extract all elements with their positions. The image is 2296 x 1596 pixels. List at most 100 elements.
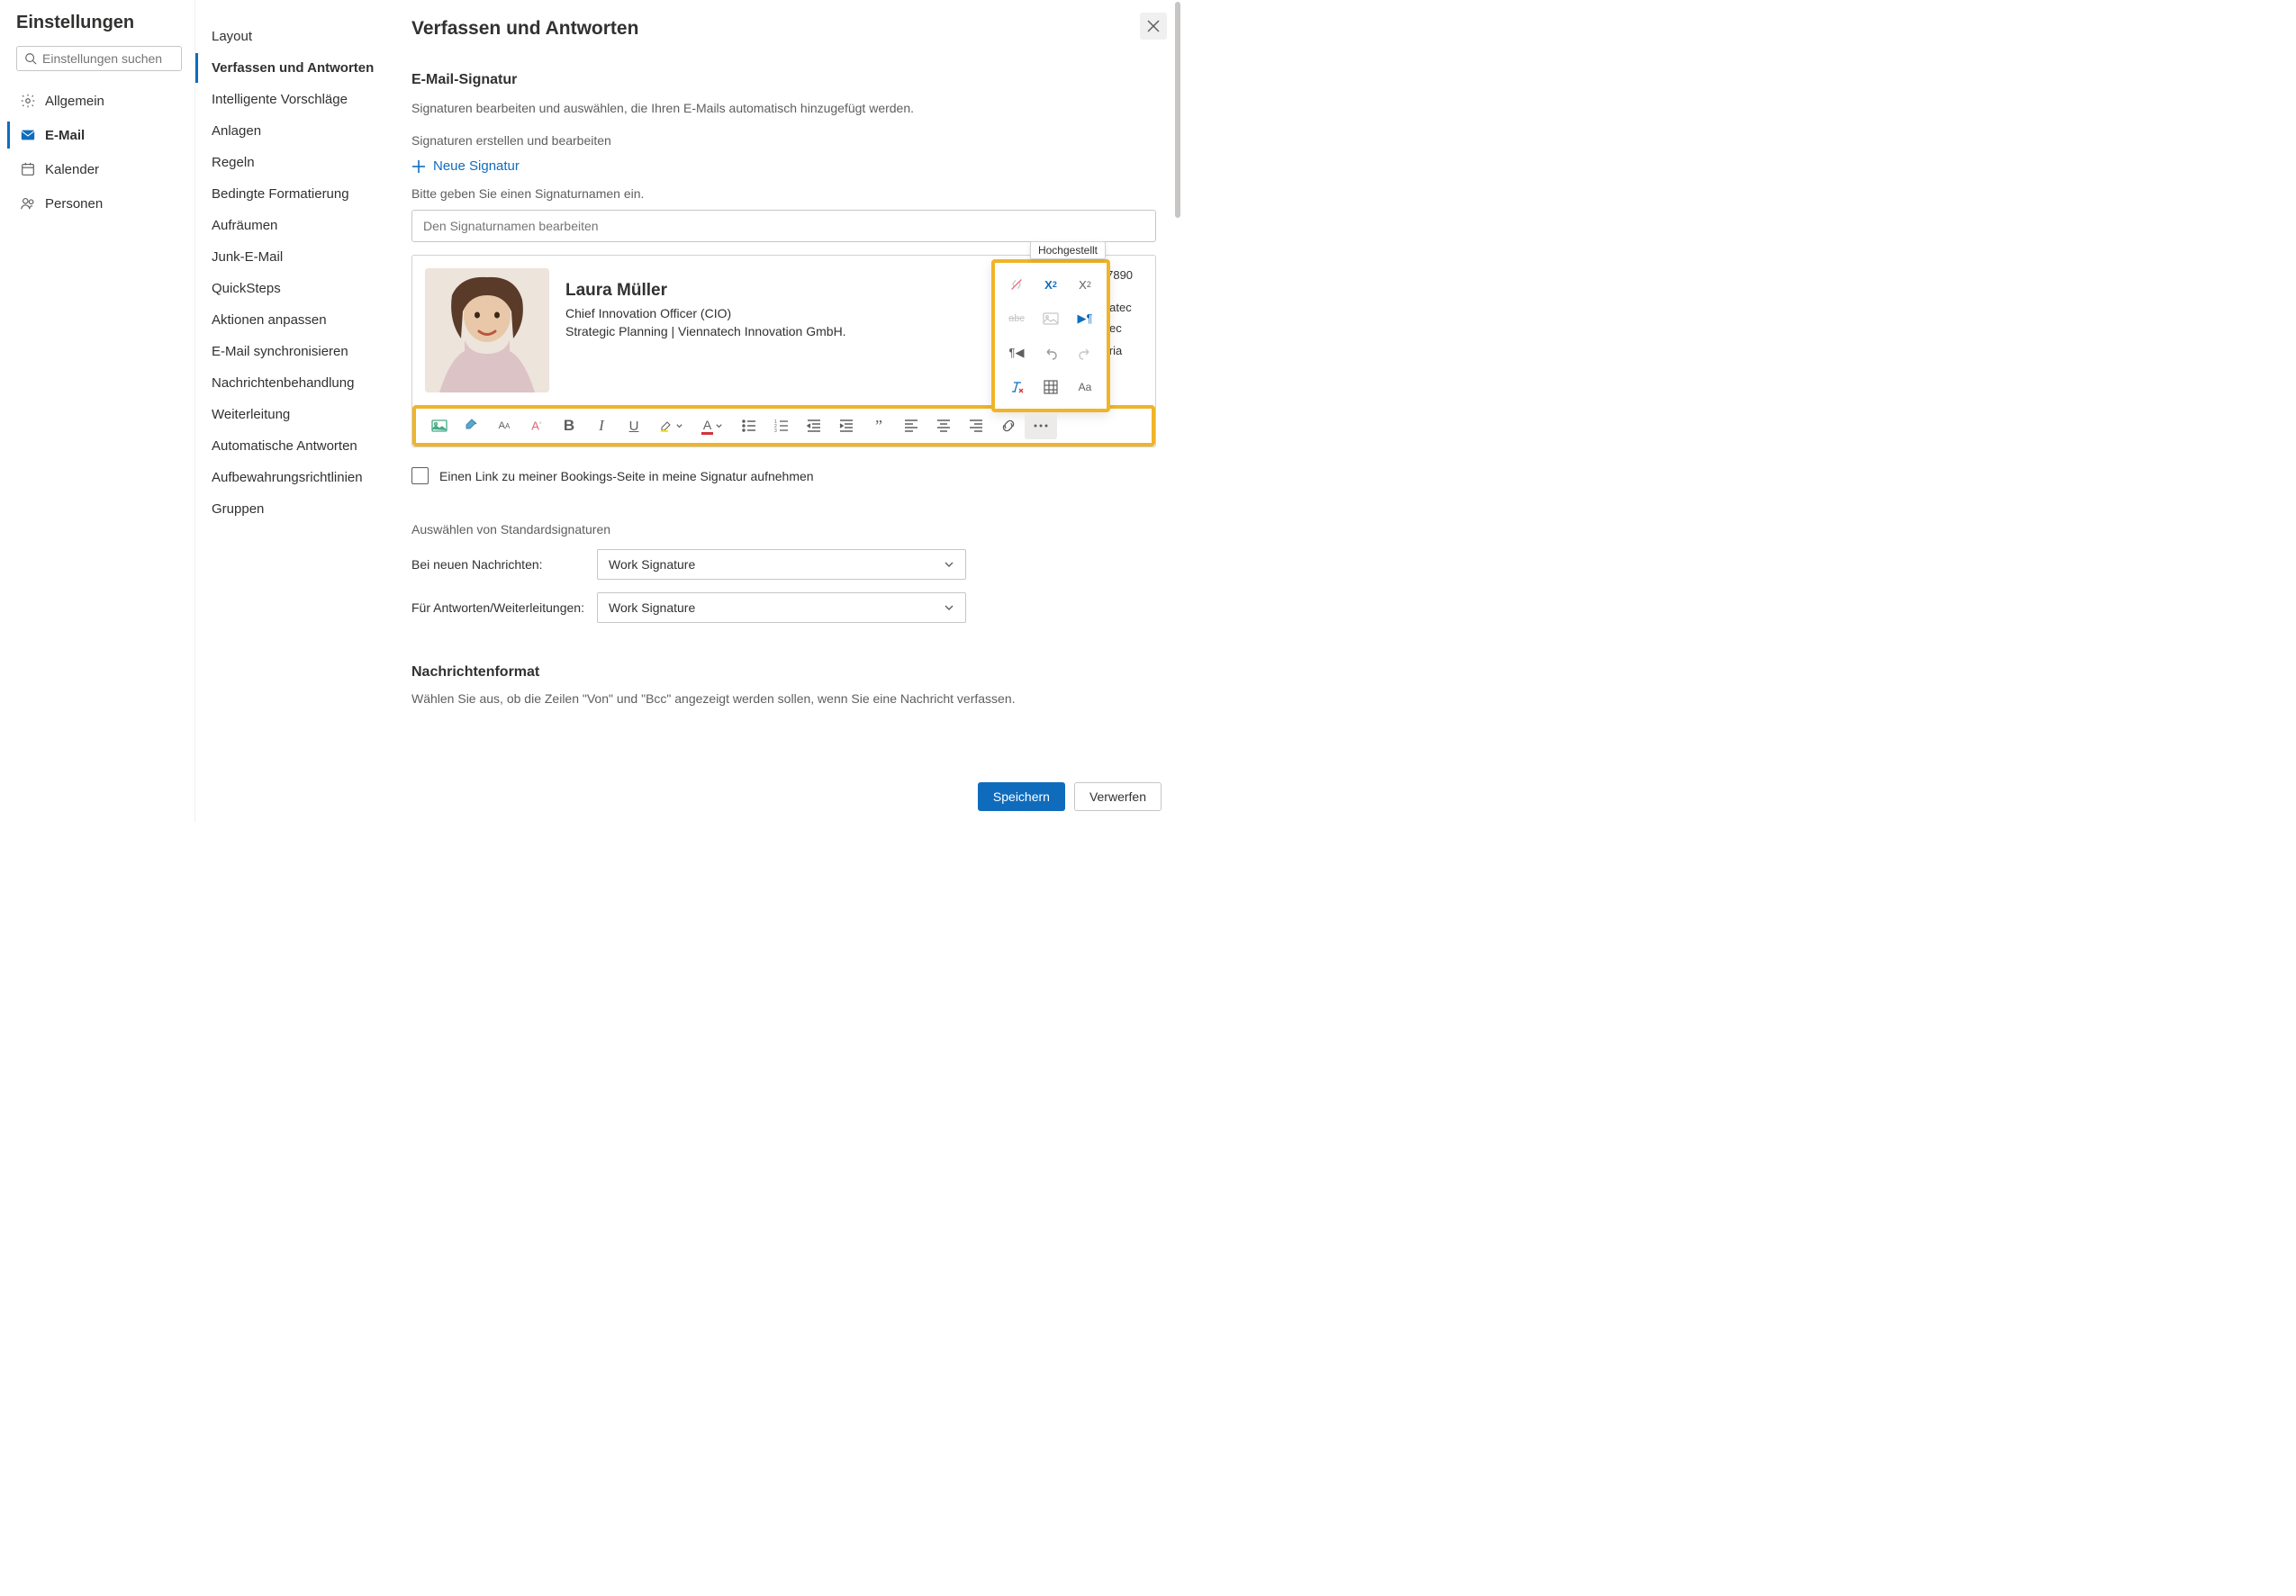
insert-image-button[interactable] <box>423 412 456 439</box>
search-icon <box>24 52 37 65</box>
svg-text:3: 3 <box>774 428 777 432</box>
bullet-list-button[interactable] <box>733 412 765 439</box>
chevron-down-icon <box>675 422 683 430</box>
subscript-button[interactable]: X2 <box>1069 268 1101 301</box>
settings-title: Einstellungen <box>16 13 182 33</box>
italic-button[interactable]: I <box>585 412 618 439</box>
sub-groups[interactable]: Gruppen <box>195 494 384 524</box>
outdent-button[interactable] <box>798 412 830 439</box>
sub-retention[interactable]: Aufbewahrungsrichtlinien <box>195 463 384 492</box>
ellipsis-icon <box>1034 424 1048 428</box>
sub-rules[interactable]: Regeln <box>195 148 384 177</box>
redo-button[interactable] <box>1069 337 1101 369</box>
sub-conditional-formatting[interactable]: Bedingte Formatierung <box>195 179 384 209</box>
sub-forwarding[interactable]: Weiterleitung <box>195 400 384 429</box>
svg-text:1: 1 <box>774 419 777 425</box>
chevron-down-icon <box>944 559 954 570</box>
sub-sweep[interactable]: Aufräumen <box>195 211 384 240</box>
signature-avatar <box>425 268 549 392</box>
sub-auto-replies[interactable]: Automatische Antworten <box>195 431 384 461</box>
category-calendar[interactable]: Kalender <box>16 156 182 183</box>
quote-button[interactable]: ” <box>863 412 895 439</box>
category-general[interactable]: Allgemein <box>16 87 182 114</box>
category-label: E-Mail <box>45 128 85 143</box>
chevron-down-icon <box>715 422 723 430</box>
category-email[interactable]: E-Mail <box>7 122 182 149</box>
gear-icon <box>20 93 36 109</box>
chevron-down-icon <box>944 602 954 613</box>
discard-button[interactable]: Verwerfen <box>1074 782 1162 811</box>
align-right-button[interactable] <box>960 412 992 439</box>
scrollbar-thumb[interactable] <box>1175 2 1180 218</box>
message-format-heading: Nachrichtenformat <box>411 664 1156 681</box>
category-label: Kalender <box>45 162 99 177</box>
close-button[interactable] <box>1140 13 1167 40</box>
bookings-checkbox[interactable] <box>411 467 429 484</box>
new-messages-select[interactable]: Work Signature <box>597 549 966 580</box>
search-input[interactable] <box>42 51 174 66</box>
svg-text:2: 2 <box>774 424 777 429</box>
ltr-button[interactable]: ▶¶ <box>1069 302 1101 335</box>
change-case-button[interactable]: Aa <box>1069 371 1101 403</box>
new-messages-label: Bei neuen Nachrichten: <box>411 557 597 572</box>
align-left-button[interactable] <box>895 412 927 439</box>
format-painter-button[interactable] <box>456 412 488 439</box>
sub-compose-reply[interactable]: Verfassen und Antworten <box>195 53 384 83</box>
insert-link-button[interactable] <box>992 412 1025 439</box>
bookings-label: Einen Link zu meiner Bookings-Seite in m… <box>439 469 814 483</box>
new-signature-label: Neue Signatur <box>433 158 520 174</box>
undo-button[interactable] <box>1035 337 1067 369</box>
close-icon <box>1147 20 1160 32</box>
bold-button[interactable]: B <box>553 412 585 439</box>
font-size-button[interactable]: A◦ <box>520 412 553 439</box>
category-label: Personen <box>45 196 103 212</box>
sub-junk[interactable]: Junk-E-Mail <box>195 242 384 272</box>
remove-link-button[interactable] <box>1000 268 1033 301</box>
more-formatting-popup: X2 X2 abc ▶¶ ¶◀ Aa <box>991 259 1110 412</box>
signature-person-name: Laura Müller <box>565 281 846 301</box>
sub-layout[interactable]: Layout <box>195 22 384 51</box>
signature-editor[interactable]: Hochgestellt X2 X2 abc ▶¶ ¶◀ Aa <box>411 255 1156 447</box>
default-sig-heading: Auswählen von Standardsignaturen <box>411 522 1156 537</box>
calendar-icon <box>20 161 36 177</box>
superscript-tooltip: Hochgestellt <box>1030 241 1106 259</box>
sub-customize-actions[interactable]: Aktionen anpassen <box>195 305 384 335</box>
signature-name-input[interactable] <box>411 210 1156 242</box>
message-format-desc: Wählen Sie aus, ob die Zeilen "Von" und … <box>411 691 1156 706</box>
align-center-button[interactable] <box>927 412 960 439</box>
more-options-button[interactable] <box>1025 412 1057 439</box>
replies-select[interactable]: Work Signature <box>597 592 966 623</box>
clear-formatting-button[interactable] <box>1000 371 1033 403</box>
sub-quicksteps[interactable]: QuickSteps <box>195 274 384 303</box>
sub-message-handling[interactable]: Nachrichtenbehandlung <box>195 368 384 398</box>
scrollbar[interactable] <box>1172 0 1183 822</box>
page-title: Verfassen und Antworten <box>411 18 1156 40</box>
signature-role: Chief Innovation Officer (CIO) <box>565 306 846 320</box>
strikethrough-button[interactable]: abc <box>1000 302 1033 335</box>
highlight-button[interactable] <box>650 412 692 439</box>
font-color-button[interactable]: A <box>692 412 733 439</box>
plus-icon <box>411 159 426 174</box>
save-button[interactable]: Speichern <box>978 782 1065 811</box>
category-people[interactable]: Personen <box>16 190 182 217</box>
signature-sub: Signaturen erstellen und bearbeiten <box>411 133 1156 148</box>
insert-table-button[interactable] <box>1035 371 1067 403</box>
sub-attachments[interactable]: Anlagen <box>195 116 384 146</box>
mail-icon <box>20 127 36 143</box>
signature-name-prompt: Bitte geben Sie einen Signaturnamen ein. <box>411 186 1156 201</box>
new-signature-button[interactable]: Neue Signatur <box>411 158 1156 174</box>
rtl-button[interactable]: ¶◀ <box>1000 337 1033 369</box>
people-icon <box>20 195 36 212</box>
signature-department: Strategic Planning | Viennatech Innovati… <box>565 324 846 338</box>
underline-button[interactable]: U <box>618 412 650 439</box>
font-family-button[interactable]: AA <box>488 412 520 439</box>
indent-button[interactable] <box>830 412 863 439</box>
search-input-wrapper[interactable] <box>16 46 182 71</box>
sub-smart-suggestions[interactable]: Intelligente Vorschläge <box>195 85 384 114</box>
sub-sync-email[interactable]: E-Mail synchronisieren <box>195 337 384 366</box>
numbered-list-button[interactable]: 123 <box>765 412 798 439</box>
insert-image-alt-button[interactable] <box>1035 302 1067 335</box>
replies-label: Für Antworten/Weiterleitungen: <box>411 600 597 615</box>
category-label: Allgemein <box>45 94 104 109</box>
superscript-button[interactable]: X2 <box>1035 268 1067 301</box>
